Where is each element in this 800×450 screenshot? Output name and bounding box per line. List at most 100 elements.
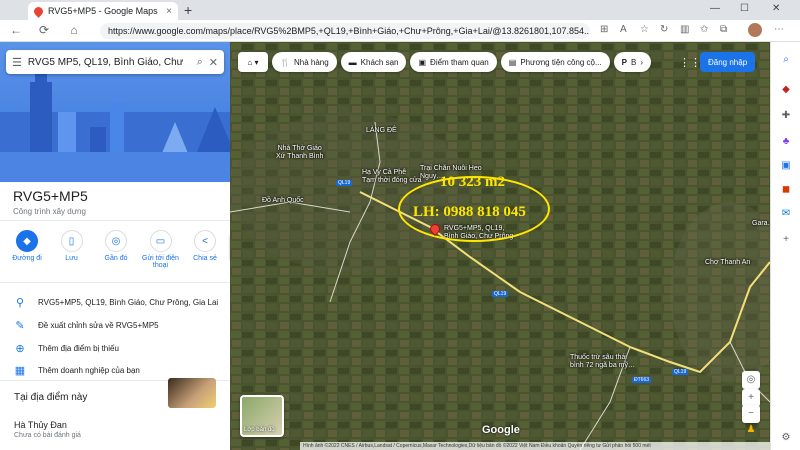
my-location-button[interactable]: ◎ bbox=[742, 371, 760, 389]
area-annotation: 10 323 m2 bbox=[440, 174, 505, 190]
save-label: Lưu bbox=[65, 255, 78, 262]
add-icon[interactable]: + bbox=[780, 234, 792, 246]
directions-button[interactable]: ◆ Đường đi bbox=[8, 230, 46, 269]
window-close-button[interactable]: ✕ bbox=[772, 3, 780, 14]
google-logo: Google bbox=[482, 424, 520, 436]
url-field[interactable]: https://www.google.com/maps/place/RVG5%2… bbox=[100, 23, 590, 39]
hotel-dropdown-chip[interactable]: ⌂ ▾ bbox=[238, 52, 268, 72]
chip-attractions[interactable]: ▣ Điểm tham quan bbox=[410, 52, 497, 72]
pencil-icon: ✎ bbox=[15, 320, 25, 332]
place-hero-image: ☰ RVG5 MP5, QL19, Bình Giáo, Chư ⌕ ✕ bbox=[0, 42, 230, 182]
entity-name: Hà Thủy Đan bbox=[14, 420, 67, 430]
settings-gear-icon[interactable]: ⚙ bbox=[780, 432, 792, 444]
microsoft365-icon[interactable]: ▣ bbox=[780, 160, 792, 172]
tab-strip: RVG5+MP5 - Google Maps × + — ☐ ✕ bbox=[0, 0, 800, 20]
nearby-icon: ◎ bbox=[105, 230, 127, 252]
add-missing-text: Thêm địa điểm bị thiếu bbox=[38, 344, 119, 353]
bus-icon: ▤ bbox=[508, 57, 517, 67]
location-pin-icon: ⚲ bbox=[15, 297, 25, 309]
store-icon: ▦ bbox=[14, 365, 26, 377]
url-text: https://www.google.com/maps/place/RVG5%2… bbox=[108, 26, 590, 36]
map-label-anh-quoc[interactable]: Đồ Anh Quốc bbox=[262, 197, 304, 205]
maps-favicon-icon bbox=[32, 4, 45, 18]
entity-thumbnail[interactable] bbox=[168, 378, 216, 408]
action-row: ◆ Đường đi ▯ Lưu ◎ Gần đó ▭ Gửi tới điện… bbox=[8, 230, 224, 269]
pegman-icon[interactable]: ♟ bbox=[742, 421, 760, 439]
tab-close-icon[interactable]: × bbox=[166, 6, 172, 17]
map-label-lang-de[interactable]: LÀNG ĐÊ bbox=[366, 127, 397, 135]
divider bbox=[0, 282, 230, 283]
browser-menu-icon[interactable]: ⋯ bbox=[774, 24, 784, 35]
nearby-entity[interactable]: Hà Thủy Đan Chưa có bài đánh giá bbox=[14, 420, 81, 439]
favorites-icon[interactable]: ✩ bbox=[700, 24, 708, 35]
chevron-right-icon[interactable]: › bbox=[640, 58, 643, 67]
refresh-button[interactable]: ⟳ bbox=[36, 23, 52, 37]
bed-icon: ▬ bbox=[348, 57, 357, 67]
minimize-button[interactable]: — bbox=[710, 3, 720, 14]
phone-icon: ▭ bbox=[149, 230, 172, 252]
map-label-church[interactable]: Nhà Thờ Giáo Xứ Thanh Bình bbox=[276, 145, 323, 161]
home-button[interactable]: ⌂ bbox=[66, 23, 82, 37]
search-icon[interactable]: ⌕ bbox=[197, 56, 203, 69]
suggest-edit-row[interactable]: ✎ Đề xuất chỉnh sửa về RVG5+MP5 bbox=[14, 319, 159, 332]
section-heading: Tại địa điểm này bbox=[14, 392, 88, 403]
chip-parking[interactable]: P B › bbox=[613, 52, 651, 72]
category-chips: ⌂ ▾ 🍴 Nhà hàng ▬ Khách sạn ▣ Điểm tham q… bbox=[238, 52, 651, 72]
read-aloud-icon[interactable]: A bbox=[620, 24, 627, 35]
outlook-icon[interactable]: ✉ bbox=[780, 208, 792, 220]
nearby-button[interactable]: ◎ Gần đó bbox=[97, 230, 135, 269]
search-input[interactable]: RVG5 MP5, QL19, Bình Giáo, Chư bbox=[28, 57, 191, 68]
chip-hotels[interactable]: ▬ Khách sạn bbox=[340, 52, 407, 72]
entity-reviews: Chưa có bài đánh giá bbox=[14, 432, 81, 439]
browser-tab[interactable]: RVG5+MP5 - Google Maps × bbox=[28, 2, 178, 20]
collections-icon[interactable]: ⧉ bbox=[720, 24, 727, 35]
chip-label: B bbox=[630, 57, 637, 67]
shopping-icon[interactable]: ◆ bbox=[780, 84, 792, 96]
camera-icon: ▣ bbox=[418, 57, 427, 67]
install-app-icon[interactable]: ⊞ bbox=[600, 24, 608, 35]
nearby-label: Gần đó bbox=[104, 255, 128, 262]
share-icon: < bbox=[194, 230, 216, 252]
road-shield-ql19: QL19 bbox=[492, 291, 509, 297]
chip-transit[interactable]: ▤ Phương tiện công cộ... bbox=[500, 52, 610, 72]
sign-in-button[interactable]: Đăng nhập bbox=[700, 52, 756, 72]
new-tab-button[interactable]: + bbox=[184, 2, 192, 18]
place-category: Công trình xây dựng bbox=[13, 207, 86, 216]
map-label-cho-thanh-an[interactable]: Chợ Thanh An bbox=[705, 259, 750, 267]
address-row[interactable]: ⚲ RVG5+MP5, QL19, Bình Giáo, Chư Prông, … bbox=[14, 296, 218, 309]
add-missing-place-row[interactable]: ⊕ Thêm địa điểm bị thiếu bbox=[14, 342, 119, 355]
map-label-pesticide-shop[interactable]: Thuốc trừ sâu thái bình 72 ngã ba mỹ… bbox=[570, 354, 635, 370]
share-button[interactable]: < Chia sẻ bbox=[186, 230, 224, 269]
chip-restaurants[interactable]: 🍴 Nhà hàng bbox=[272, 52, 337, 72]
chip-label: Phương tiện công cộ... bbox=[520, 57, 602, 67]
add-business-text: Thêm doanh nghiệp của bạn bbox=[38, 366, 140, 375]
directions-icon: ◆ bbox=[16, 230, 38, 252]
hotel-icon: ⌂ ▾ bbox=[247, 57, 259, 67]
fork-knife-icon: 🍴 bbox=[280, 57, 290, 67]
layers-button[interactable]: Lớp bản đồ bbox=[240, 395, 284, 437]
split-screen-icon[interactable]: ▥ bbox=[680, 24, 689, 35]
map-label-cafe[interactable]: Hạ Vy Cà Phê Tạm thời đóng cửa bbox=[362, 169, 421, 185]
clear-icon[interactable]: ✕ bbox=[209, 56, 218, 69]
send-to-phone-button[interactable]: ▭ Gửi tới điện thoại bbox=[142, 230, 180, 269]
address-toolbar: ← ⟳ ⌂ https://www.google.com/maps/place/… bbox=[0, 20, 800, 42]
satellite-map[interactable] bbox=[230, 42, 770, 450]
profile-avatar[interactable] bbox=[748, 23, 762, 37]
menu-icon[interactable]: ☰ bbox=[12, 56, 22, 69]
chip-label: Điểm tham quan bbox=[430, 57, 489, 67]
share-label: Chia sẻ bbox=[193, 255, 217, 262]
save-button[interactable]: ▯ Lưu bbox=[53, 230, 91, 269]
back-button[interactable]: ← bbox=[8, 23, 24, 37]
office-icon[interactable]: ◼ bbox=[780, 184, 792, 196]
search-icon[interactable]: ⌕ bbox=[780, 54, 792, 66]
map-footer[interactable]: Hình ảnh ©2022 CNES / Airbus,Landsat / C… bbox=[300, 442, 770, 450]
tab-title: RVG5+MP5 - Google Maps bbox=[48, 6, 158, 16]
games-icon[interactable]: ♣ bbox=[780, 136, 792, 148]
add-business-row[interactable]: ▦ Thêm doanh nghiệp của bạn bbox=[14, 364, 140, 377]
refresh-sync-icon[interactable]: ↻ bbox=[660, 24, 668, 35]
suggest-edit-text: Đề xuất chỉnh sửa về RVG5+MP5 bbox=[38, 321, 159, 330]
search-box[interactable]: ☰ RVG5 MP5, QL19, Bình Giáo, Chư ⌕ ✕ bbox=[6, 50, 224, 74]
maximize-button[interactable]: ☐ bbox=[740, 3, 749, 14]
favorite-star-icon[interactable]: ☆ bbox=[640, 24, 649, 35]
tools-icon[interactable]: ✚ bbox=[780, 110, 792, 122]
